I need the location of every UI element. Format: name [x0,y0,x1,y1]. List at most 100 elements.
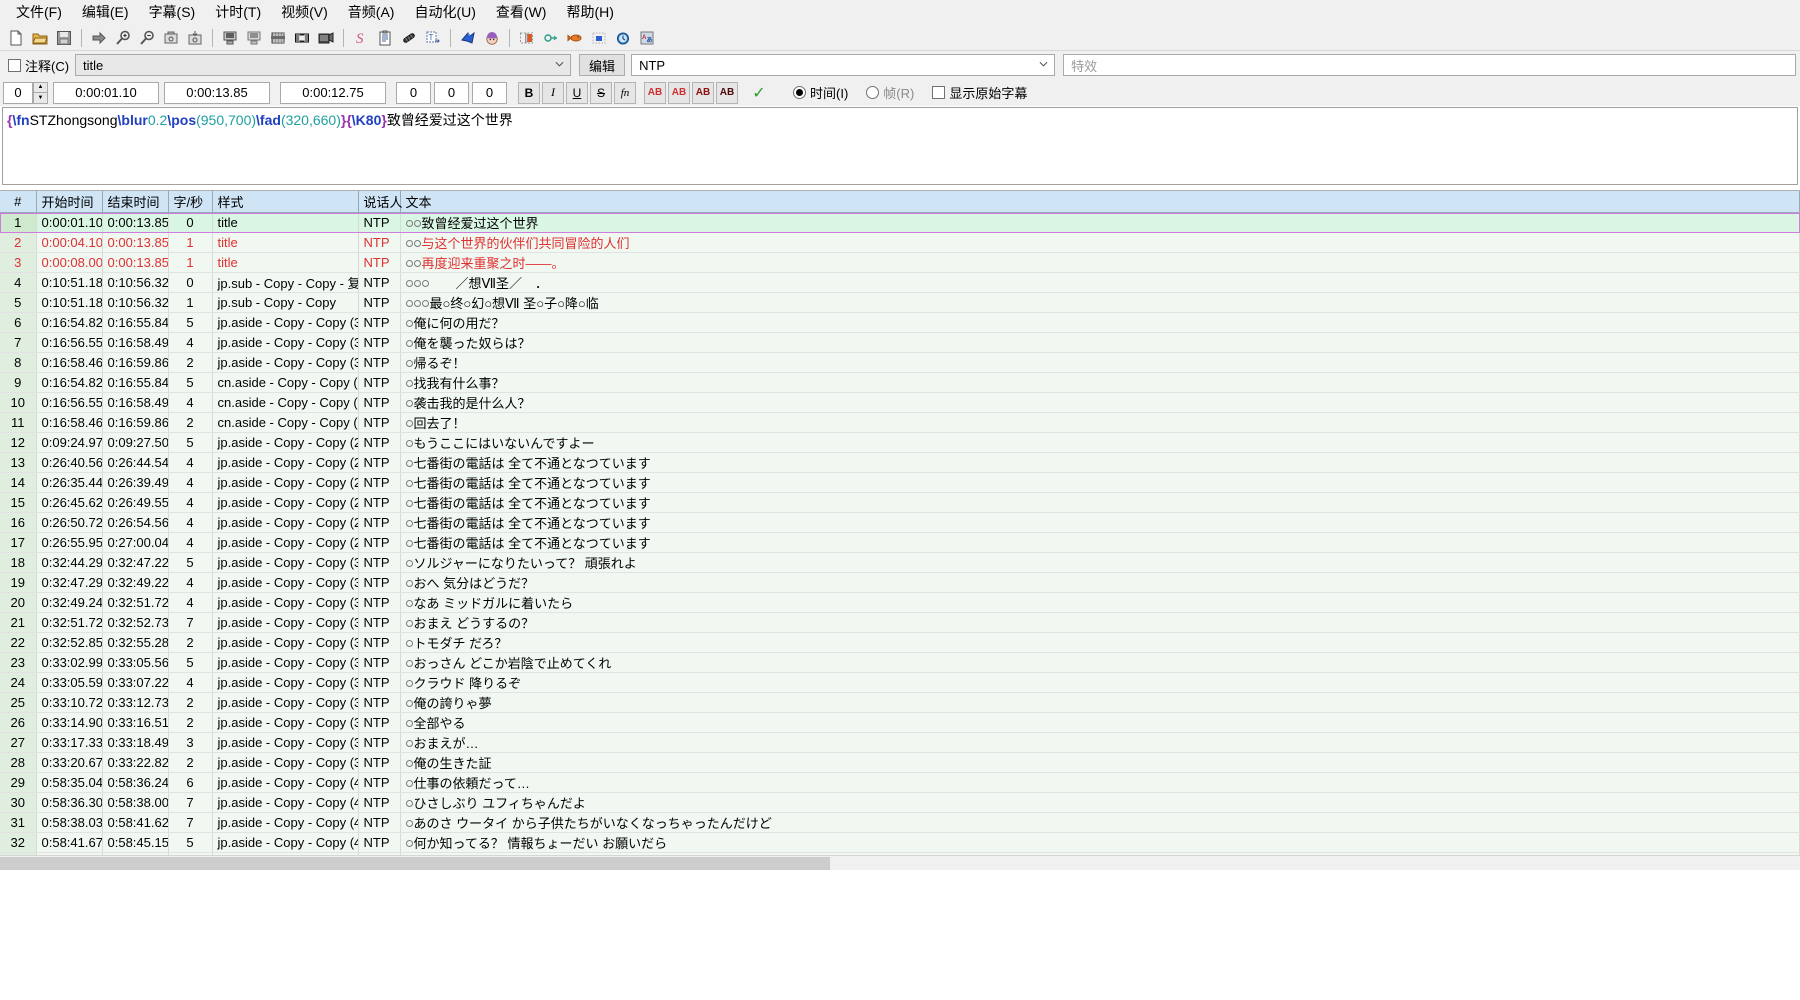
header-index[interactable]: # [0,191,37,213]
frame-radio-wrapper[interactable]: 帧(R) [866,83,914,102]
table-row[interactable]: 17 0:26:55.95 0:27:00.04 4 jp.aside - Copy -… [0,532,1800,553]
style-dropdown[interactable]: title [75,54,572,76]
attachments-icon[interactable] [374,27,396,49]
shift-times-icon[interactable] [457,27,479,49]
table-row[interactable]: 5 0:10:51.18 0:10:56.32 1 jp.sub - Copy - Co… [0,292,1800,313]
timing-icon[interactable] [612,27,634,49]
table-row[interactable]: 27 0:33:17.33 0:33:18.49 3 jp.aside - Copy -… [0,732,1800,753]
layer-spin-up[interactable]: ▲ [33,81,48,92]
table-row[interactable]: 18 0:32:44.29 0:32:47.22 5 jp.aside - Copy -… [0,552,1800,573]
translation-assistant-icon[interactable] [588,27,610,49]
table-row[interactable]: 12 0:09:24.97 0:09:27.50 5 jp.aside - Copy -… [0,432,1800,453]
table-row[interactable]: 26 0:33:14.90 0:33:16.51 2 jp.aside - Copy -… [0,712,1800,733]
horizontal-scrollbar[interactable] [0,855,1800,870]
italic-button[interactable]: I [542,81,564,104]
kanji-timer-icon[interactable] [481,27,503,49]
table-row[interactable]: 32 0:58:41.67 0:58:45.15 5 jp.aside - Copy -… [0,832,1800,853]
table-row[interactable]: 6 0:16:54.82 0:16:55.84 5 jp.aside - Copy - … [0,312,1800,333]
auto-icon[interactable]: Aあ [636,27,658,49]
shadow-color-button[interactable]: AB [716,81,738,104]
end-time-input[interactable]: 0:00:13.85 [164,81,270,104]
header-cps[interactable]: 字/秒 [168,191,213,213]
menu-video[interactable]: 视频(V) [271,0,338,25]
margin-vertical-input[interactable]: 0 [472,81,507,104]
effect-input[interactable]: 特效 [1063,54,1796,76]
primary-color-button[interactable]: AB [644,81,666,104]
commit-button[interactable]: ✓ [748,82,770,104]
table-row[interactable]: 24 0:33:05.59 0:33:07.22 4 jp.aside - Copy -… [0,672,1800,693]
table-row[interactable]: 25 0:33:10.72 0:33:12.73 2 jp.aside - Copy -… [0,692,1800,713]
new-file-icon[interactable] [5,27,27,49]
underline-button[interactable]: U [566,81,588,104]
table-row[interactable]: 4 0:10:51.18 0:10:56.32 0 jp.sub - Copy - Co… [0,272,1800,293]
strikeout-button[interactable]: S [590,81,612,104]
table-row[interactable]: 23 0:33:02.99 0:33:05.56 5 jp.aside - Copy -… [0,652,1800,673]
table-row[interactable]: 11 0:16:58.46 0:16:59.86 2 cn.aside - Copy -… [0,412,1800,433]
open-audio-icon[interactable] [267,27,289,49]
properties-icon[interactable] [398,27,420,49]
horizontal-scrollbar-thumb[interactable] [0,857,830,870]
frame-radio[interactable] [866,86,880,99]
menu-timing[interactable]: 计时(T) [205,0,271,25]
open-folder-icon[interactable] [29,27,51,49]
header-style[interactable]: 样式 [212,191,359,213]
spell-checker-icon[interactable] [564,27,586,49]
menu-help[interactable]: 帮助(H) [556,0,623,25]
zoom-in-icon[interactable] [112,27,134,49]
table-row[interactable]: 15 0:26:45.62 0:26:49.55 4 jp.aside - Copy -… [0,492,1800,513]
menu-edit[interactable]: 编辑(E) [72,0,139,25]
save-icon[interactable] [53,27,75,49]
table-row[interactable]: 19 0:32:47.29 0:32:49.22 4 jp.aside - Copy -… [0,572,1800,593]
table-row[interactable]: 30 0:58:36.30 0:58:38.00 7 jp.aside - Copy -… [0,792,1800,813]
table-row[interactable]: 9 0:16:54.82 0:16:55.84 5 cn.aside - Copy - … [0,372,1800,393]
recent-save-icon[interactable] [184,27,206,49]
time-radio-wrapper[interactable]: 时间(I) [793,83,848,102]
header-end-time[interactable]: 结束时间 [102,191,169,213]
subtitle-grid-container[interactable]: # 开始时间 结束时间 字/秒 样式 说话人 文本 1 0:00:01.10 0:0… [0,190,1800,855]
header-start-time[interactable]: 开始时间 [36,191,103,213]
edit-style-button[interactable]: 编辑 [579,54,626,76]
zoom-out-icon[interactable] [136,27,158,49]
table-row[interactable]: 8 0:16:58.46 0:16:59.86 2 jp.aside - Copy - … [0,352,1800,373]
table-row[interactable]: 22 0:32:52.85 0:32:55.28 2 jp.aside - Copy -… [0,632,1800,653]
header-text[interactable]: 文本 [400,191,1800,213]
table-row[interactable]: 7 0:16:56.55 0:16:58.49 4 jp.aside - Copy - … [0,332,1800,353]
close-audio-icon[interactable] [291,27,313,49]
recent-open-icon[interactable] [160,27,182,49]
table-row[interactable]: 1 0:00:01.10 0:00:13.85 0 title NTP 致曾经爱过这个世界 [0,212,1800,233]
bold-button[interactable]: B [518,81,540,104]
layer-spinner[interactable]: ▲ ▼ [33,81,48,104]
show-original-checkbox[interactable] [932,86,946,99]
menu-subtitle[interactable]: 字幕(S) [139,0,206,25]
resample-icon[interactable]: T [422,27,444,49]
styles-manager-icon[interactable]: S [350,27,372,49]
table-row[interactable]: 31 0:58:38.03 0:58:41.62 7 jp.aside - Copy -… [0,812,1800,833]
open-video-icon[interactable] [219,27,241,49]
menu-automation[interactable]: 自动化(U) [404,0,485,25]
header-actor[interactable]: 说话人 [358,191,403,213]
subtitle-text-editor[interactable]: {\fnSTZhongsong\blur0.2\pos(950,700)\fad… [2,107,1798,185]
duration-input[interactable]: 0:00:12.75 [280,81,386,104]
select-lines-icon[interactable] [540,27,562,49]
layer-spin-down[interactable]: ▼ [33,92,48,104]
comment-checkbox[interactable] [8,58,21,72]
table-row[interactable]: 10 0:16:56.55 0:16:58.49 4 cn.aside - Copy -… [0,392,1800,413]
outline-color-button[interactable]: AB [692,81,714,104]
table-row[interactable]: 21 0:32:51.72 0:32:52.73 7 jp.aside - Copy -… [0,612,1800,633]
menu-view[interactable]: 查看(W) [486,0,557,25]
layer-input[interactable]: 0 [3,81,33,104]
comment-checkbox-wrapper[interactable]: 注释(C) [4,56,75,75]
actor-dropdown[interactable]: NTP [631,54,1056,76]
table-row[interactable]: 28 0:33:20.67 0:33:22.82 2 jp.aside - Copy -… [0,752,1800,773]
jump-to-icon[interactable] [88,27,110,49]
table-row[interactable]: 13 0:26:40.56 0:26:44.54 4 jp.aside - Copy -… [0,452,1800,473]
table-row[interactable]: 29 0:58:35.04 0:58:36.24 6 jp.aside - Copy -… [0,772,1800,793]
table-row[interactable]: 16 0:26:50.72 0:26:54.56 4 jp.aside - Copy -… [0,512,1800,533]
timing-post-processor-icon[interactable] [516,27,538,49]
menu-file[interactable]: 文件(F) [6,0,72,25]
table-row[interactable]: 20 0:32:49.24 0:32:51.72 4 jp.aside - Copy -… [0,592,1800,613]
video-details-icon[interactable] [315,27,337,49]
show-original-wrapper[interactable]: 显示原始字幕 [928,83,1033,102]
font-button[interactable]: fn [614,81,636,104]
margin-left-input[interactable]: 0 [396,81,431,104]
